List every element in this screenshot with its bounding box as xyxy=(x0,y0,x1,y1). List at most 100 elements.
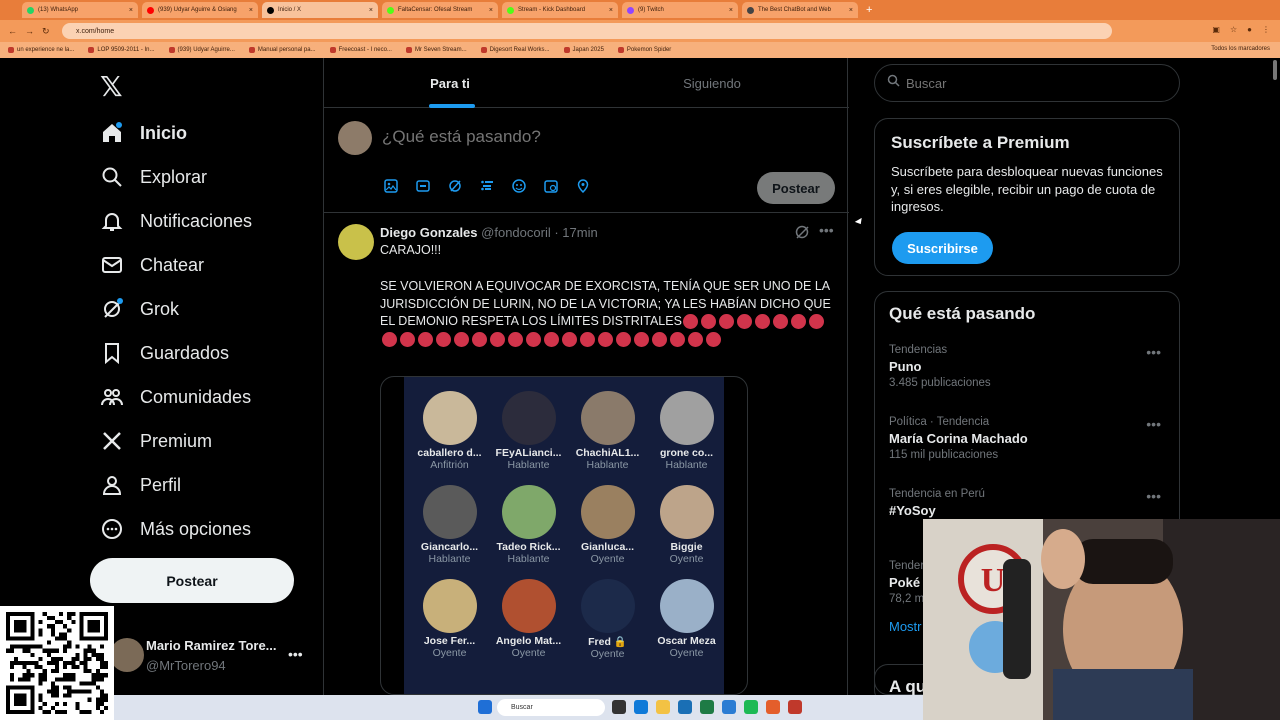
space-participant[interactable]: Oscar Meza Oyente xyxy=(647,565,726,659)
scrollbar-thumb[interactable] xyxy=(1273,60,1277,80)
space-participant[interactable]: Fred 🔒 Oyente xyxy=(568,565,647,660)
bookmark-item[interactable]: un experience ne la... xyxy=(8,47,74,53)
browser-tab[interactable]: Stream - Kick Dashboard × xyxy=(502,2,618,18)
new-tab-icon[interactable]: + xyxy=(866,4,872,16)
more-icon[interactable]: ••• xyxy=(819,222,834,238)
space-participant[interactable]: Biggie Oyente xyxy=(647,471,726,565)
edge-icon[interactable] xyxy=(634,700,648,714)
compose-post-button[interactable]: Postear xyxy=(757,172,835,204)
space-participant[interactable]: Gianluca... Oyente xyxy=(568,471,647,565)
schedule-icon[interactable] xyxy=(542,177,560,195)
browser-tab[interactable]: The Best ChatBot and Web × xyxy=(742,2,858,18)
more-icon[interactable]: ••• xyxy=(1146,416,1161,432)
store-icon[interactable] xyxy=(678,700,692,714)
compose-input[interactable] xyxy=(382,127,782,147)
emoji-icon[interactable] xyxy=(510,177,528,195)
bookmark-star-icon[interactable]: ☆ xyxy=(1230,25,1237,34)
more-icon[interactable]: ••• xyxy=(1146,488,1161,504)
sidebar-item-m-s-opciones[interactable]: Más opciones xyxy=(100,509,251,549)
close-icon[interactable]: × xyxy=(609,7,613,14)
url-bar[interactable]: x.com/home xyxy=(62,23,1112,39)
close-icon[interactable]: × xyxy=(249,7,253,14)
outlook-icon[interactable] xyxy=(722,700,736,714)
browser-tab[interactable]: Inicio / X × xyxy=(262,2,378,18)
account-switcher[interactable]: Mario Ramirez Tore... @MrTorero94 ••• xyxy=(110,628,310,688)
close-icon[interactable]: × xyxy=(489,7,493,14)
tweet-author-name[interactable]: Diego Gonzales xyxy=(380,225,478,240)
all-bookmarks[interactable]: Todos los marcadores xyxy=(1211,46,1270,52)
browser-tab[interactable]: (939) Udyar Aguirre & Osiang × xyxy=(142,2,258,18)
image-icon[interactable] xyxy=(382,177,400,195)
x-logo-icon[interactable]: 𝕏 xyxy=(100,70,123,103)
chrome-icon[interactable] xyxy=(766,700,780,714)
profile-icon[interactable]: ● xyxy=(1247,25,1252,34)
close-icon[interactable]: × xyxy=(849,7,853,14)
extensions-icon[interactable]: ▣ xyxy=(1212,25,1220,34)
tab-para-ti[interactable]: Para ti xyxy=(324,58,576,108)
app2-icon[interactable] xyxy=(788,700,802,714)
app-icon[interactable] xyxy=(744,700,758,714)
sidebar-item-inicio[interactable]: Inicio xyxy=(100,113,187,153)
menu-icon[interactable]: ⋮ xyxy=(1262,25,1270,34)
tweet-time[interactable]: · 17min xyxy=(554,225,597,240)
taskbar-search[interactable]: Buscar xyxy=(497,699,605,716)
sidebar-item-guardados[interactable]: Guardados xyxy=(100,333,229,373)
trend-item[interactable]: Tendencias Puno 3.485 publicaciones ••• xyxy=(889,344,1169,389)
space-participant[interactable]: Jose Fer... Oyente xyxy=(410,565,489,659)
close-icon[interactable]: × xyxy=(369,7,373,14)
tweet-media[interactable]: caballero d... Anfitrión FEyALianci... Habl… xyxy=(380,376,748,695)
browser-tab[interactable]: (9) Twitch × xyxy=(622,2,738,18)
bookmark-item[interactable]: Digesort Real Works... xyxy=(480,47,550,53)
poll-icon[interactable] xyxy=(478,177,496,195)
location-icon[interactable] xyxy=(574,177,592,195)
post-button[interactable]: Postear xyxy=(90,558,294,603)
close-icon[interactable]: × xyxy=(729,7,733,14)
bookmark-item[interactable]: Pokemon Spider xyxy=(617,47,671,53)
excel-icon[interactable] xyxy=(700,700,714,714)
sidebar-item-explorar[interactable]: Explorar xyxy=(100,157,207,197)
task-view-icon[interactable] xyxy=(612,700,626,714)
back-icon[interactable]: ← xyxy=(8,26,17,37)
trend-item[interactable]: Tendencia en Perú #YoSoy ••• xyxy=(889,488,1169,521)
tweet[interactable]: Diego Gonzales @fondocoril · 17min ••• C… xyxy=(324,214,849,695)
forward-icon[interactable]: → xyxy=(25,26,34,37)
space-participant[interactable]: ChachiAL1... Hablante xyxy=(568,377,647,471)
bookmark-item[interactable]: Mr Seven Stream... xyxy=(405,47,467,53)
sidebar-item-chatear[interactable]: Chatear xyxy=(100,245,204,285)
bookmark-item[interactable]: LOP 9509-2011 - In... xyxy=(88,47,155,53)
space-participant[interactable]: Tadeo Rick... Hablante xyxy=(489,471,568,565)
start-icon[interactable] xyxy=(478,700,492,714)
space-participant[interactable]: Giancarlo... Hablante xyxy=(410,471,489,565)
browser-tab[interactable]: FaltaCensar: Ofesal Stream × xyxy=(382,2,498,18)
subscribe-button[interactable]: Suscribirse xyxy=(892,232,993,264)
more-icon[interactable]: ••• xyxy=(1146,344,1161,360)
bookmark-item[interactable]: (939) Udyar Aguirre... xyxy=(168,47,235,53)
grok-icon[interactable] xyxy=(794,224,810,240)
trend-item[interactable]: Política · Tendencia María Corina Machado… xyxy=(889,416,1169,461)
space-participant[interactable]: Angelo Mat... Oyente xyxy=(489,565,568,659)
more-icon[interactable]: ••• xyxy=(288,646,303,662)
tweet-author-handle[interactable]: @fondocoril xyxy=(481,225,551,240)
grok-icon[interactable] xyxy=(446,177,464,195)
sidebar-item-premium[interactable]: Premium xyxy=(100,421,212,461)
tab-siguiendo[interactable]: Siguiendo xyxy=(586,58,838,108)
avatar[interactable] xyxy=(338,224,374,260)
sidebar-item-perfil[interactable]: Perfil xyxy=(100,465,181,505)
sidebar-item-comunidades[interactable]: Comunidades xyxy=(100,377,251,417)
space-participant[interactable]: grone co... Hablante xyxy=(647,377,726,471)
folder-icon[interactable] xyxy=(656,700,670,714)
show-more-link[interactable]: Mostr xyxy=(889,619,922,634)
space-participant[interactable]: caballero d... Anfitrión xyxy=(410,377,489,471)
bookmark-item[interactable]: Manual personal pa... xyxy=(248,47,316,53)
sidebar-item-grok[interactable]: Grok xyxy=(100,289,179,329)
browser-tab[interactable]: (13) WhatsApp × xyxy=(22,2,138,18)
gif-icon[interactable] xyxy=(414,177,432,195)
sidebar-item-notificaciones[interactable]: Notificaciones xyxy=(100,201,252,241)
bookmark-item[interactable]: Freecoast - I neco... xyxy=(329,47,392,53)
reload-icon[interactable]: ↻ xyxy=(42,26,50,37)
close-icon[interactable]: × xyxy=(129,7,133,14)
space-participant[interactable]: FEyALianci... Hablante xyxy=(489,377,568,471)
bookmark-item[interactable]: Japan 2025 xyxy=(563,47,604,53)
search-box[interactable] xyxy=(874,64,1180,102)
search-input[interactable] xyxy=(906,75,1166,91)
